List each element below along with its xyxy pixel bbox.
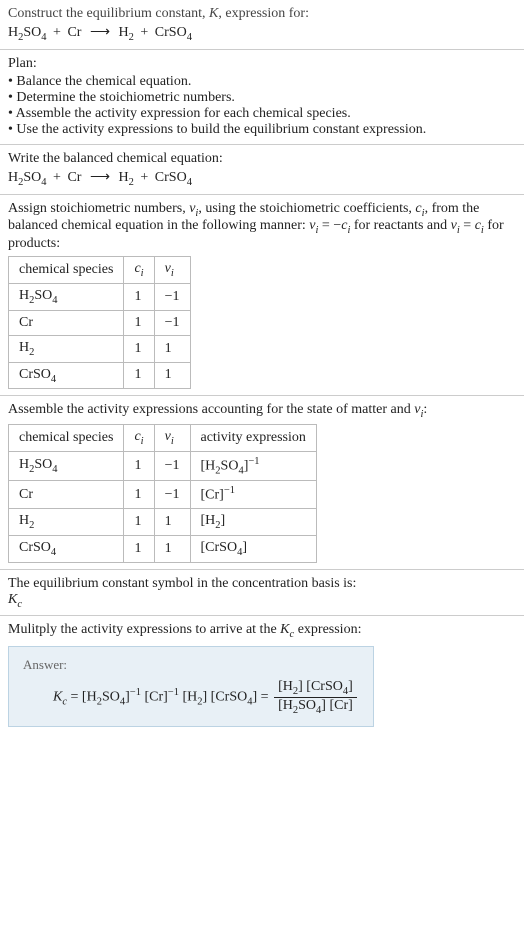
cell-ci: 1: [124, 451, 154, 480]
cell-vi: 1: [154, 335, 190, 362]
activity-title: Assemble the activity expressions accoun…: [8, 402, 516, 420]
basis-section: The equilibrium constant symbol in the c…: [0, 570, 524, 617]
cell-species: Cr: [9, 310, 124, 335]
h2so4: H2SO4: [8, 25, 47, 40]
answer-box: Answer: Kc = [H2SO4]−1 [Cr]−1 [H2] [CrSO…: [8, 646, 374, 727]
crso4: CrSO4: [155, 25, 192, 40]
cr: Cr: [67, 170, 81, 185]
balanced-section: Write the balanced chemical equation: H2…: [0, 145, 524, 195]
table-header-row: chemical species ci νi activity expressi…: [9, 425, 317, 452]
cell-ci: 1: [124, 310, 154, 335]
col-ci: ci: [124, 425, 154, 452]
plan-title: Plan:: [8, 56, 516, 72]
col-ci: ci: [124, 257, 154, 284]
cell-vi: 1: [154, 535, 190, 562]
col-vi: νi: [154, 257, 190, 284]
table-row: Cr 1 −1: [9, 310, 191, 335]
cell-activity: [H2SO4]−1: [190, 451, 316, 480]
plan-section: Plan: Balance the chemical equation. Det…: [0, 50, 524, 145]
h2so4: H2SO4: [8, 170, 47, 185]
balanced-equation: H2SO4 + Cr ⟶ H2 + CrSO4: [8, 169, 516, 188]
cr: Cr: [67, 25, 81, 40]
plan-item: Balance the chemical equation.: [8, 74, 516, 90]
stoich-section: Assign stoichiometric numbers, νi, using…: [0, 195, 524, 397]
stoich-table: chemical species ci νi H2SO4 1 −1 Cr 1 −…: [8, 256, 191, 389]
fraction: [H2] [CrSO4] [H2SO4] [Cr]: [274, 679, 357, 716]
cell-vi: −1: [154, 451, 190, 480]
prompt-text-a: Construct the equilibrium constant,: [8, 6, 209, 21]
cell-species: CrSO4: [9, 535, 124, 562]
basis-text: The equilibrium constant symbol in the c…: [8, 576, 516, 592]
plus-2: +: [137, 170, 151, 185]
cell-ci: 1: [124, 535, 154, 562]
h2: H2: [119, 170, 134, 185]
table-row: CrSO4 1 1 [CrSO4]: [9, 535, 317, 562]
col-activity: activity expression: [190, 425, 316, 452]
cell-vi: 1: [154, 509, 190, 536]
crso4: CrSO4: [155, 170, 192, 185]
arrow-icon: ⟶: [85, 170, 115, 185]
plus-2: +: [137, 25, 151, 40]
col-species: chemical species: [9, 425, 124, 452]
table-row: CrSO4 1 1: [9, 362, 191, 389]
prompt-section: Construct the equilibrium constant, K, e…: [0, 0, 524, 50]
answer-section: Mulitply the activity expressions to arr…: [0, 616, 524, 732]
table-row: H2 1 1 [H2]: [9, 509, 317, 536]
cell-vi: −1: [154, 283, 190, 310]
cell-activity: [CrSO4]: [190, 535, 316, 562]
cell-ci: 1: [124, 509, 154, 536]
numerator: [H2] [CrSO4]: [274, 679, 357, 698]
plan-item: Use the activity expressions to build th…: [8, 122, 516, 138]
table-row: H2SO4 1 −1: [9, 283, 191, 310]
cell-activity: [Cr]−1: [190, 481, 316, 509]
plan-list: Balance the chemical equation. Determine…: [8, 74, 516, 138]
cell-species: Cr: [9, 481, 124, 509]
cell-vi: 1: [154, 362, 190, 389]
plus-1: +: [50, 170, 64, 185]
kc-expression: Kc = [H2SO4]−1 [Cr]−1 [H2] [CrSO4] = [H2…: [53, 679, 359, 716]
prompt-text-b: , expression for:: [218, 6, 309, 21]
answer-label: Answer:: [23, 657, 359, 673]
unbalanced-equation: H2SO4 + Cr ⟶ H2 + CrSO4: [8, 24, 516, 43]
col-vi: νi: [154, 425, 190, 452]
plan-item: Assemble the activity expression for eac…: [8, 106, 516, 122]
activity-section: Assemble the activity expressions accoun…: [0, 396, 524, 569]
plus-1: +: [50, 25, 64, 40]
multiply-text: Mulitply the activity expressions to arr…: [8, 622, 516, 640]
cell-vi: −1: [154, 481, 190, 509]
cell-ci: 1: [124, 481, 154, 509]
activity-table: chemical species ci νi activity expressi…: [8, 424, 317, 563]
cell-species: H2SO4: [9, 283, 124, 310]
cell-ci: 1: [124, 362, 154, 389]
cell-ci: 1: [124, 335, 154, 362]
cell-vi: −1: [154, 310, 190, 335]
cell-ci: 1: [124, 283, 154, 310]
denominator: [H2SO4] [Cr]: [274, 698, 357, 716]
table-row: H2 1 1: [9, 335, 191, 362]
cell-species: H2: [9, 335, 124, 362]
balanced-title: Write the balanced chemical equation:: [8, 151, 516, 167]
h2: H2: [119, 25, 134, 40]
cell-species: H2: [9, 509, 124, 536]
stoich-text: Assign stoichiometric numbers, νi, using…: [8, 201, 516, 253]
cell-species: CrSO4: [9, 362, 124, 389]
cell-species: H2SO4: [9, 451, 124, 480]
prompt-title: Construct the equilibrium constant, K, e…: [8, 6, 516, 22]
plan-item: Determine the stoichiometric numbers.: [8, 90, 516, 106]
table-row: Cr 1 −1 [Cr]−1: [9, 481, 317, 509]
table-row: H2SO4 1 −1 [H2SO4]−1: [9, 451, 317, 480]
kc-symbol: Kc: [8, 592, 516, 610]
arrow-icon: ⟶: [85, 25, 115, 40]
col-species: chemical species: [9, 257, 124, 284]
table-header-row: chemical species ci νi: [9, 257, 191, 284]
k-symbol: K: [209, 6, 218, 21]
cell-activity: [H2]: [190, 509, 316, 536]
